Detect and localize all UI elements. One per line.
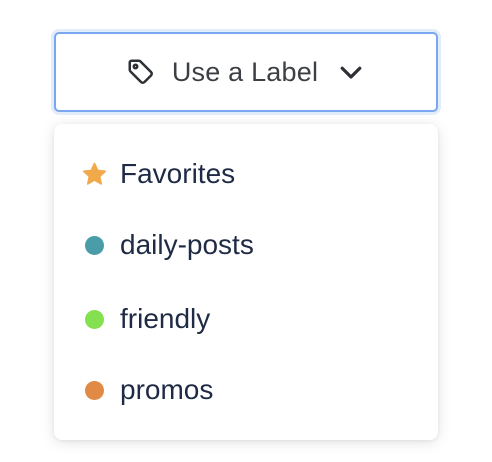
menu-item-label: Favorites [120,158,236,189]
color-dot [84,309,104,329]
menu-item-promos[interactable]: promos [80,370,213,410]
label-dropdown-menu: Favorites daily-posts friendly promos [54,124,438,440]
use-label-button[interactable]: Use a Label [54,32,438,112]
tag-icon [126,57,156,87]
star-icon [80,160,108,188]
menu-item-label: daily-posts [120,229,254,260]
menu-item-daily-posts[interactable]: daily-posts [80,225,254,265]
chevron-down-icon [336,57,366,87]
color-dot-icon [80,231,108,259]
star-shape [82,162,106,185]
menu-item-label: friendly [120,303,211,334]
menu-item-friendly[interactable]: friendly [80,299,210,339]
menu-item-label: promos [120,374,214,405]
color-dot [84,235,104,255]
label-picker: Use a Label Favorites daily-posts friend… [0,0,492,462]
color-dot-icon [80,305,108,333]
color-dot-icon [80,376,108,404]
use-label-text: Use a Label [171,56,319,87]
color-dot [84,380,104,400]
menu-item-favorites[interactable]: Favorites [80,154,235,194]
